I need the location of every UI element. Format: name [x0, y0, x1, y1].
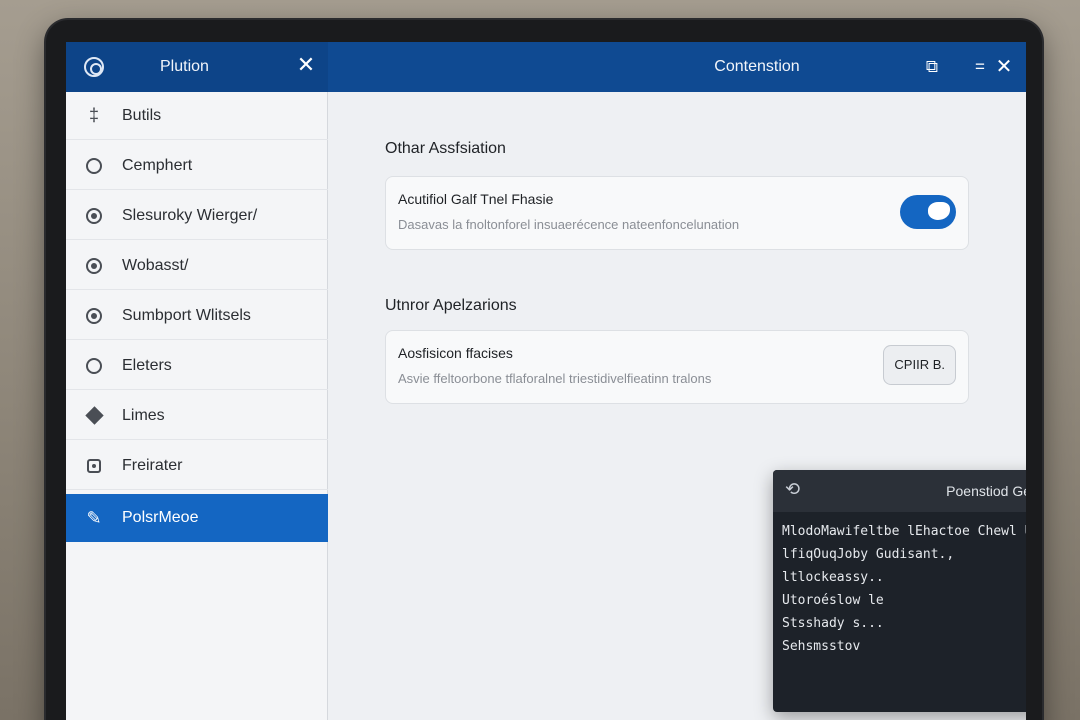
- settings-card: Aosfisicon ffacises Asvie ffeltoorbone t…: [385, 330, 969, 404]
- sidebar-item-sumbport[interactable]: Sumbport Wlitsels: [66, 292, 328, 340]
- sidebar-item-label: Cemphert: [122, 156, 193, 174]
- diamond-icon: [84, 406, 104, 426]
- enable-toggle[interactable]: [900, 195, 956, 229]
- window-title: Contenstion: [714, 58, 800, 75]
- app-logo-icon: [84, 57, 104, 77]
- minimize-icon[interactable]: =: [968, 55, 992, 79]
- restore-icon[interactable]: ⧉: [920, 55, 944, 79]
- sidebar-item-label: Slesuroky Wierger/: [122, 206, 258, 224]
- close-icon[interactable]: ✕: [992, 55, 1016, 79]
- terminal-title: Poenstiod Gensepuion: [946, 483, 1026, 499]
- sidebar-item-freirater[interactable]: Freirater: [66, 442, 328, 490]
- circle-icon: [84, 356, 104, 376]
- sidebar-item-eleters[interactable]: Eleters: [66, 342, 328, 390]
- circle-icon: [84, 156, 104, 176]
- sidebar-item-slesuroky[interactable]: Slesuroky Wierger/: [66, 192, 328, 240]
- settings-card: Acutifiol Galf Tnel Fhasie Dasavas la fn…: [385, 176, 969, 250]
- terminal-line: ltlockeassy..: [782, 570, 884, 585]
- sidebar-item-label: Butils: [122, 106, 162, 124]
- terminal-line: Sehsmsstov: [782, 639, 861, 654]
- sidebar-item-label: Limes: [122, 406, 165, 424]
- card-action-button[interactable]: CPIIR B.: [883, 345, 956, 385]
- sidebar-item-cemphert[interactable]: Cemphert: [66, 142, 328, 190]
- terminal-line: MlodoMawifeltbe lEhactoe Chewl Utlazoy U…: [782, 524, 1026, 539]
- brush-icon: ✎: [86, 507, 102, 528]
- sidebar-item-butils[interactable]: ‡ Butils: [66, 92, 328, 140]
- sidebar-item-limes[interactable]: Limes: [66, 392, 328, 440]
- radio-icon: [84, 256, 104, 276]
- terminal-line: lfiqOuqJoby Gudisant.,: [782, 547, 955, 562]
- card-title: Acutifiol Galf Tnel Fhasie: [398, 191, 554, 207]
- title-bar: Plution ✕ Contenstion ⧉ = ✕: [66, 42, 1026, 92]
- section-title: Utnror Apelzarions: [385, 297, 517, 314]
- square-icon: [84, 456, 104, 476]
- card-description: Asvie ffeltoorbone tflaforalnel triestid…: [398, 371, 712, 386]
- sidebar-item-label: Wobasst/: [122, 256, 189, 274]
- terminal-line: Stsshady s...: [782, 616, 884, 631]
- radio-icon: [84, 306, 104, 326]
- close-panel-icon[interactable]: ✕: [294, 53, 318, 77]
- terminal-header: ⟲ Poenstiod Gensepuion ⋎ ▥ ☰: [773, 470, 1026, 512]
- sidebar-item-polsrmeoe[interactable]: ✎ PolsrMeoe: [66, 494, 328, 542]
- terminal-line: Utoroéslow le: [782, 593, 884, 608]
- card-description: Dasavas la fnoltonforel insuaerécence na…: [398, 217, 740, 232]
- sidebar-item-label: Freirater: [122, 456, 183, 474]
- main-content: Othar Assfsiation Acutifiol Galf Tnel Fh…: [328, 92, 1026, 720]
- sidebar-item-label: Eleters: [122, 356, 172, 374]
- app-title: Plution: [160, 58, 209, 75]
- section-title: Othar Assfsiation: [385, 140, 506, 157]
- title-bar-left: Plution ✕: [66, 42, 328, 92]
- pin-icon: ‡: [88, 105, 99, 125]
- app-window: Plution ✕ Contenstion ⧉ = ✕ ‡ Butils Cem…: [66, 42, 1026, 720]
- globe-icon: [84, 206, 104, 226]
- card-title: Aosfisicon ffacises: [398, 345, 513, 361]
- sidebar-item-label: Sumbport Wlitsels: [122, 306, 251, 324]
- sidebar-item-wobasst[interactable]: Wobasst/: [66, 242, 328, 290]
- sidebar-item-label: PolsrMeoe: [122, 509, 199, 526]
- sidebar: ‡ Butils Cemphert Slesuroky Wierger/ Wob…: [66, 92, 328, 720]
- terminal-window: ⟲ Poenstiod Gensepuion ⋎ ▥ ☰ MlodoMawife…: [773, 470, 1026, 712]
